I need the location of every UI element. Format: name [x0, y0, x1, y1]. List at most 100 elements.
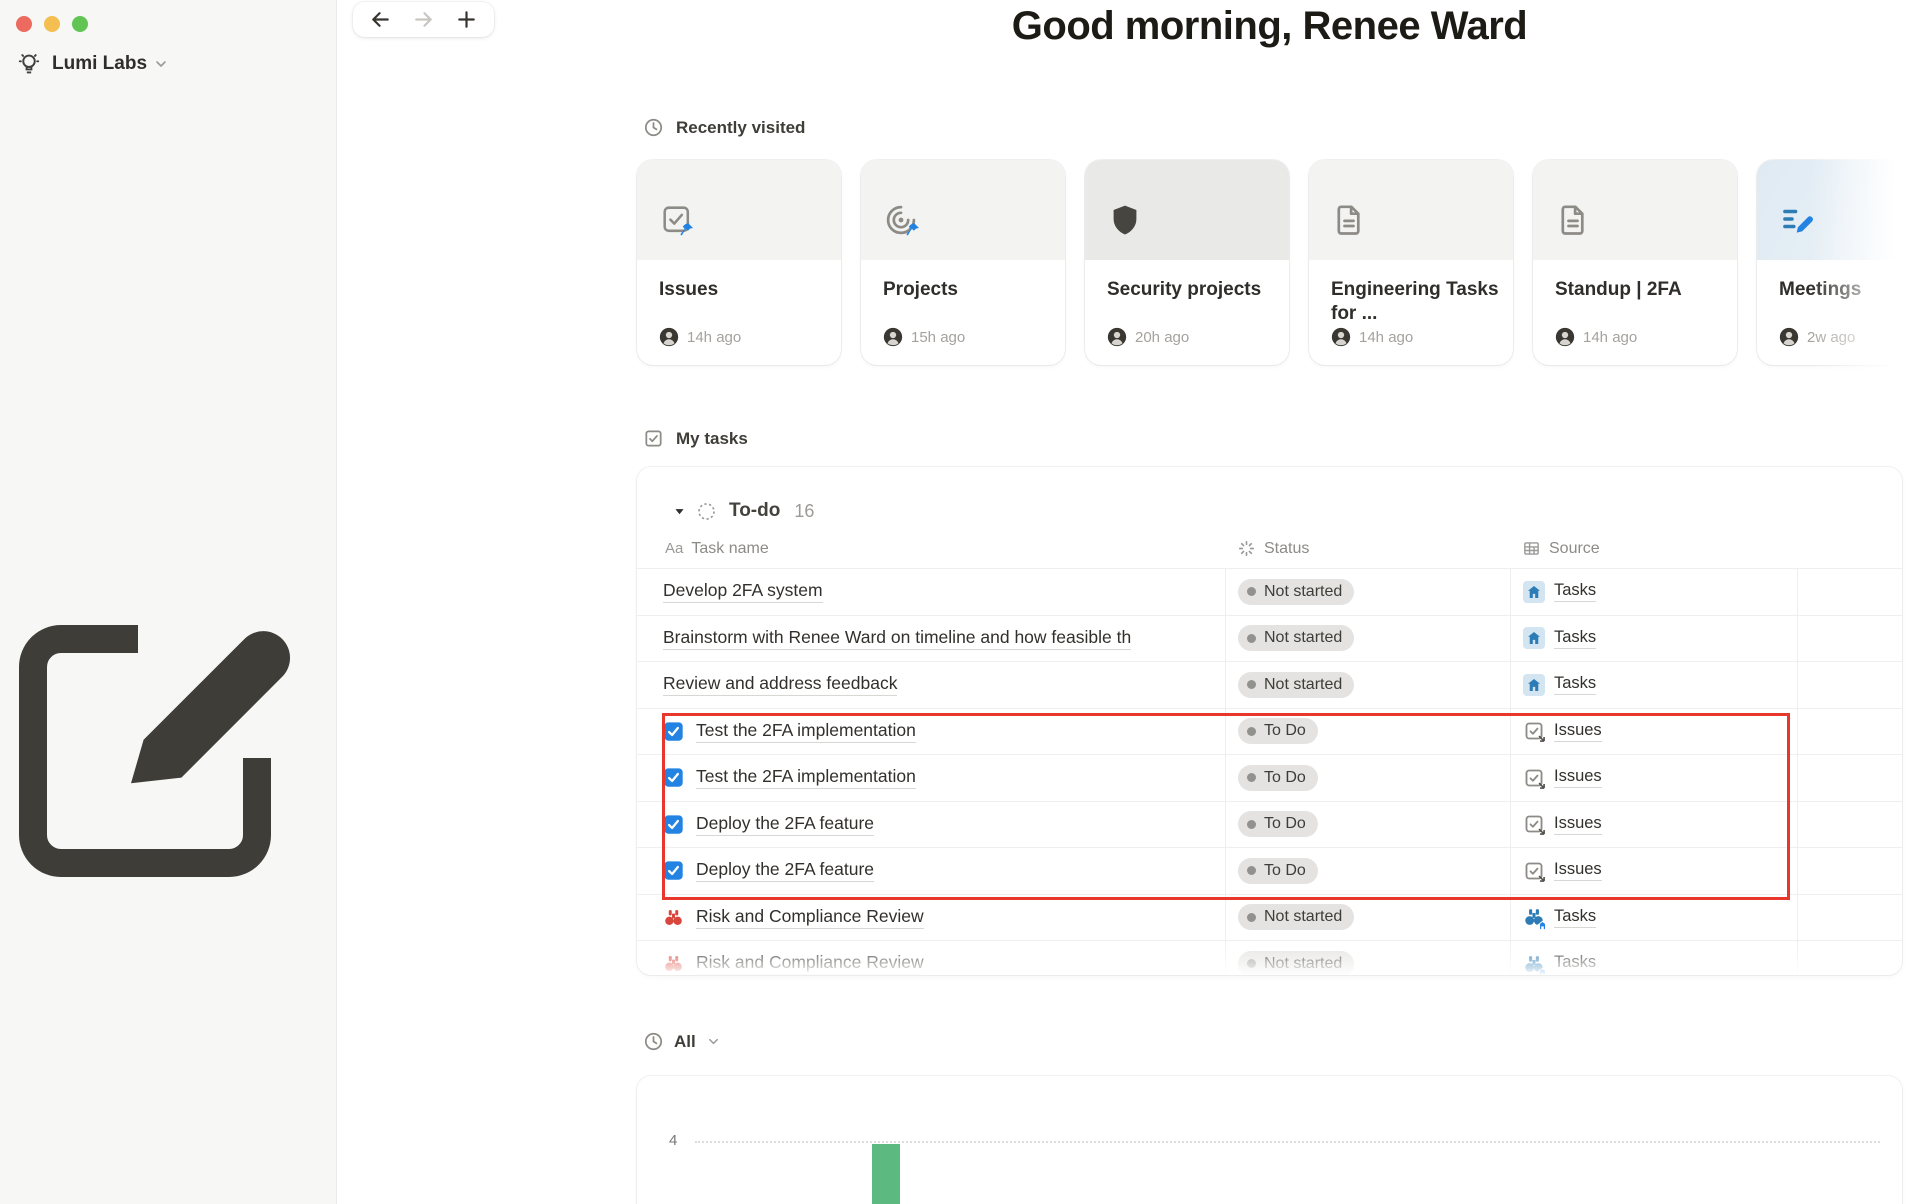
compose-icon[interactable]	[0, 142, 320, 1204]
task-name-link[interactable]: Deploy the 2FA feature	[696, 859, 875, 883]
source-link[interactable]: Tasks	[1523, 953, 1597, 975]
plus-icon[interactable]	[455, 8, 478, 31]
status-badge[interactable]: Not started	[1238, 578, 1355, 605]
status-badge[interactable]: To Do	[1238, 718, 1318, 745]
arrow-right-icon[interactable]	[412, 8, 435, 31]
task-name-link[interactable]: Test the 2FA implementation	[696, 720, 916, 743]
recently-visited-label: Recently visited	[676, 117, 806, 137]
my-tasks-header: My tasks	[643, 428, 748, 449]
recent-page-card[interactable]: Meetings 2w ago	[1757, 160, 1920, 365]
task-name-link[interactable]: Review and address feedback	[663, 673, 898, 697]
tasks-house-icon	[1523, 673, 1545, 696]
card-meta: 14h ago	[1331, 327, 1413, 347]
table-row[interactable]: Brainstorm with Renee Ward on timeline a…	[637, 614, 1902, 661]
checked-checkbox-icon[interactable]	[663, 814, 684, 835]
task-name-link[interactable]: Deploy the 2FA feature	[696, 813, 875, 836]
todo-group-toggle[interactable]: To-do 16	[637, 467, 1902, 525]
source-link[interactable]: Issues	[1523, 767, 1602, 789]
group-name: To-do	[729, 500, 781, 521]
card-title: Projects	[883, 279, 958, 300]
recent-page-card[interactable]: Projects 15h ago	[861, 160, 1065, 365]
workspace-switcher[interactable]: Lumi Labs	[12, 44, 328, 84]
arrow-left-icon[interactable]	[369, 8, 392, 31]
card-title: Meetings	[1779, 279, 1862, 300]
chart-bar[interactable]	[872, 1144, 900, 1204]
source-link[interactable]: Issues	[1523, 813, 1602, 836]
table-row[interactable]: Deploy the 2FA feature To Do Issues	[637, 800, 1902, 847]
table-row[interactable]: Deploy the 2FA feature To Do Issues	[637, 847, 1902, 894]
card-title: Standup | 2FA	[1555, 279, 1682, 300]
task-name-link[interactable]: Develop 2FA system	[663, 580, 823, 604]
avatar-icon	[1331, 327, 1351, 347]
table-row[interactable]: Develop 2FA system Not started Tasks	[637, 568, 1902, 615]
card-timestamp: 20h ago	[1135, 328, 1190, 346]
tasks-chart-panel: 4	[637, 1076, 1902, 1204]
table-row[interactable]: Test the 2FA implementation To Do Issues	[637, 707, 1902, 754]
task-name-link[interactable]: Risk and Compliance Review	[696, 906, 924, 929]
status-badge[interactable]: Not started	[1238, 904, 1355, 931]
source-link[interactable]: Issues	[1523, 860, 1602, 882]
task-rows: Develop 2FA system Not started Tasks Bra…	[637, 568, 1902, 975]
source-link[interactable]: Tasks	[1523, 906, 1597, 931]
table-row[interactable]: Review and address feedback Not started	[637, 661, 1902, 708]
sidebar: Lumi Labs Search Notion AI Home	[0, 0, 337, 1204]
task-name-link[interactable]: Brainstorm with Renee Ward on timeline a…	[663, 627, 1132, 650]
tasks-house-icon	[1523, 580, 1545, 603]
document-icon	[1555, 202, 1591, 238]
checked-checkbox-icon[interactable]	[663, 860, 684, 881]
close-window-button[interactable]	[16, 16, 32, 32]
card-meta: 14h ago	[659, 327, 741, 347]
status-spinner-icon	[1237, 539, 1256, 558]
column-header-source[interactable]: Source	[1510, 533, 1797, 568]
checked-checkbox-icon[interactable]	[663, 767, 684, 788]
status-badge[interactable]: Not started	[1238, 950, 1355, 975]
status-badge[interactable]: To Do	[1238, 764, 1318, 791]
recent-page-card[interactable]: Engineering Tasks for ... 14h ago	[1309, 160, 1513, 365]
tasks-binoculars-icon	[1523, 953, 1548, 975]
recent-page-card[interactable]: Issues 14h ago	[637, 160, 841, 365]
time-filter-dropdown[interactable]: All	[643, 1031, 721, 1052]
status-badge[interactable]: Not started	[1238, 625, 1355, 652]
document-icon	[1331, 202, 1367, 238]
clock-icon	[643, 1031, 664, 1052]
tasks-binoculars-icon	[1523, 906, 1548, 931]
task-name-link[interactable]: Risk and Compliance Review	[696, 952, 924, 975]
status-badge[interactable]: Not started	[1238, 671, 1355, 698]
avatar-icon	[659, 327, 679, 347]
window-controls	[0, 0, 336, 36]
recent-page-card[interactable]: Standup | 2FA 14h ago	[1533, 160, 1737, 365]
triangle-down-icon	[673, 505, 686, 518]
card-timestamp: 14h ago	[1359, 328, 1414, 346]
chevron-down-icon	[153, 56, 169, 72]
avatar-icon	[883, 327, 903, 347]
source-link[interactable]: Tasks	[1523, 627, 1597, 650]
binoculars-red-icon[interactable]	[663, 953, 684, 974]
my-tasks-panel: To-do 16 Aa Task name Status Source Deve…	[637, 467, 1902, 975]
card-meta: 20h ago	[1107, 327, 1189, 347]
history-toolbar	[353, 2, 494, 37]
tasks-house-icon	[1523, 627, 1545, 650]
task-name-link[interactable]: Test the 2FA implementation	[696, 766, 916, 790]
recent-page-card[interactable]: Security projects 20h ago	[1085, 160, 1289, 365]
source-link[interactable]: Tasks	[1523, 580, 1597, 603]
table-row[interactable]: Risk and Compliance Review Not started T…	[637, 940, 1902, 975]
card-title: Issues	[659, 279, 719, 300]
status-badge[interactable]: To Do	[1238, 857, 1318, 884]
table-header-row: Aa Task name Status Source	[637, 533, 1902, 568]
column-header-task-name[interactable]: Aa Task name	[637, 533, 1225, 568]
lightbulb-icon	[16, 51, 42, 77]
recently-visited-cards: Issues 14h ago Projects 15h ago Security…	[637, 160, 1920, 365]
status-badge[interactable]: To Do	[1238, 811, 1318, 838]
binoculars-red-icon[interactable]	[663, 907, 684, 928]
checked-checkbox-icon[interactable]	[663, 721, 684, 742]
table-row[interactable]: Risk and Compliance Review Not started T…	[637, 893, 1902, 940]
source-link[interactable]: Tasks	[1523, 673, 1597, 696]
table-row[interactable]: Test the 2FA implementation To Do Issues	[637, 754, 1902, 801]
card-meta: 15h ago	[883, 327, 965, 347]
source-link[interactable]: Issues	[1523, 720, 1602, 743]
card-timestamp: 15h ago	[911, 328, 966, 346]
zoom-window-button[interactable]	[72, 16, 88, 32]
column-header-status[interactable]: Status	[1225, 533, 1510, 568]
minimize-window-button[interactable]	[44, 16, 60, 32]
greeting-title: Good morning, Renee Ward	[1011, 4, 1528, 48]
